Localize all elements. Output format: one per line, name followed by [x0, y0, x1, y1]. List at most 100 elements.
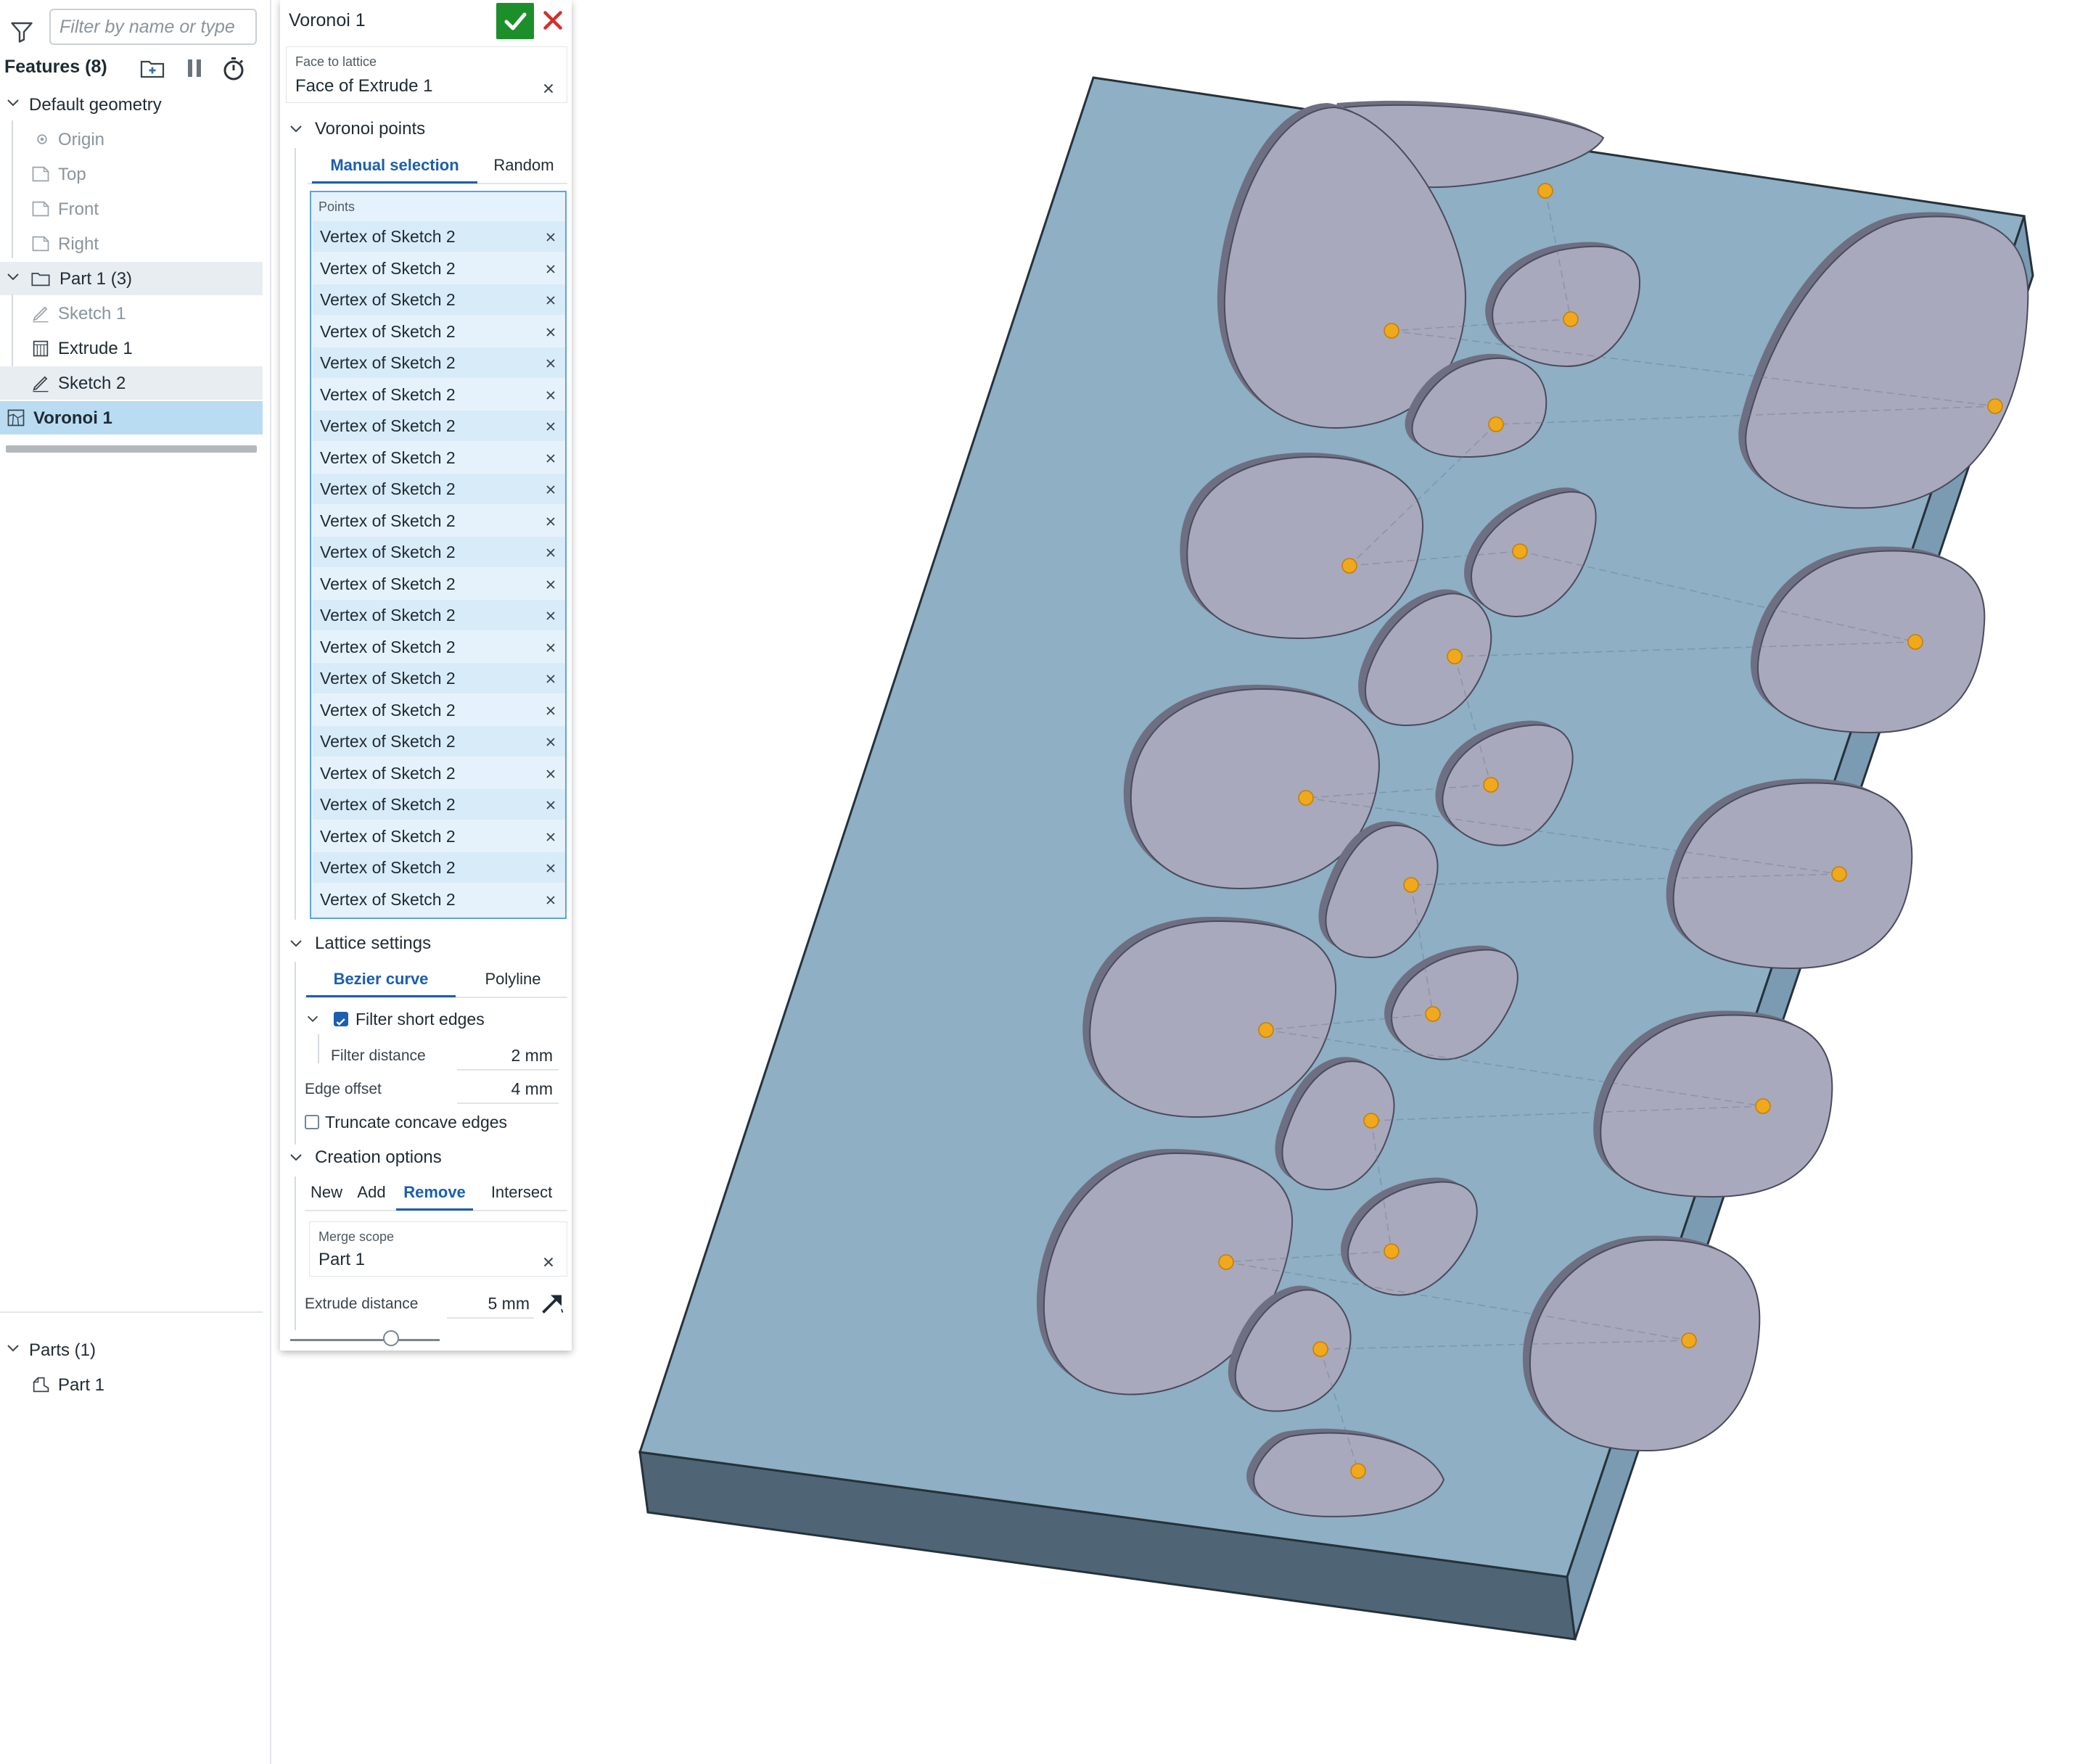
remove-point-icon[interactable]: [543, 325, 558, 339]
chevron-down-icon[interactable]: [4, 1340, 22, 1357]
point-list-item[interactable]: Vertex of Sketch 2: [313, 569, 565, 599]
sketch-vertex-point[interactable]: [1341, 558, 1357, 574]
truncate-concave-edges-checkbox[interactable]: [305, 1115, 319, 1129]
sketch-vertex-point[interactable]: [1312, 1341, 1328, 1357]
tree-item-voronoi1[interactable]: Voronoi 1: [0, 401, 263, 434]
preview-slider-track[interactable]: [290, 1339, 440, 1341]
point-list-item[interactable]: Vertex of Sketch 2: [313, 821, 565, 852]
tree-item-part1-folder[interactable]: Part 1 (3): [0, 262, 263, 295]
sketch-vertex-point[interactable]: [1488, 416, 1504, 432]
tree-item-right-plane[interactable]: Right: [0, 227, 263, 260]
point-list-item[interactable]: Vertex of Sketch 2: [313, 663, 565, 693]
point-list-item[interactable]: Vertex of Sketch 2: [313, 726, 565, 757]
point-list-item[interactable]: Vertex of Sketch 2: [313, 852, 565, 883]
remove-point-icon[interactable]: [543, 798, 558, 812]
filter-distance-value[interactable]: 2 mm: [457, 1046, 554, 1066]
remove-point-icon[interactable]: [543, 861, 558, 875]
tab-remove[interactable]: Remove: [396, 1176, 473, 1211]
tab-bezier-curve[interactable]: Bezier curve: [306, 963, 456, 997]
remove-point-icon[interactable]: [543, 482, 558, 497]
face-to-lattice-field[interactable]: Face to lattice Face of Extrude 1: [286, 46, 567, 103]
stopwatch-icon[interactable]: [221, 55, 247, 81]
close-icon[interactable]: [540, 7, 566, 33]
sketch-vertex-point[interactable]: [1350, 1463, 1366, 1479]
sketch-vertex-point[interactable]: [1363, 1113, 1379, 1129]
sketch-vertex-point[interactable]: [1447, 648, 1463, 664]
preview-slider-handle[interactable]: [383, 1330, 399, 1346]
remove-point-icon[interactable]: [543, 735, 558, 749]
tree-item-top-plane[interactable]: Top: [0, 157, 263, 191]
tab-manual-selection[interactable]: Manual selection: [312, 149, 477, 184]
sketch-vertex-point[interactable]: [1298, 790, 1314, 806]
points-selection-list[interactable]: Points Vertex of Sketch 2 Vertex of Sketc…: [310, 191, 567, 919]
point-list-item[interactable]: Vertex of Sketch 2: [313, 221, 565, 252]
point-list-item[interactable]: Vertex of Sketch 2: [313, 632, 565, 662]
remove-point-icon[interactable]: [543, 356, 558, 371]
tree-item-front-plane[interactable]: Front: [0, 192, 263, 226]
chevron-down-icon[interactable]: [287, 1149, 305, 1166]
remove-point-icon[interactable]: [543, 514, 558, 529]
point-list-item[interactable]: Vertex of Sketch 2: [313, 411, 565, 441]
chevron-down-icon[interactable]: [287, 935, 305, 952]
chevron-down-icon[interactable]: [4, 94, 22, 112]
sketch-vertex-point[interactable]: [1384, 323, 1399, 339]
sketch-vertex-point[interactable]: [1831, 866, 1847, 882]
remove-point-icon[interactable]: [543, 293, 558, 308]
feature-list-scrollbar[interactable]: [6, 445, 257, 453]
point-list-item[interactable]: Vertex of Sketch 2: [313, 506, 565, 536]
voronoi-points-section-header[interactable]: Voronoi points: [286, 115, 567, 144]
point-list-item[interactable]: Vertex of Sketch 2: [313, 347, 565, 378]
parts-item-part1[interactable]: Part 1: [0, 1368, 263, 1401]
remove-point-icon[interactable]: [543, 609, 558, 623]
sketch-vertex-point[interactable]: [1258, 1022, 1274, 1038]
sketch-vertex-point[interactable]: [1425, 1006, 1441, 1022]
remove-point-icon[interactable]: [543, 230, 558, 244]
rollback-pause-icon[interactable]: [181, 55, 207, 81]
merge-scope-field[interactable]: Merge scope Part 1: [309, 1221, 567, 1277]
tree-item-extrude1[interactable]: Extrude 1: [0, 331, 263, 365]
creation-options-section-header[interactable]: Creation options: [286, 1143, 567, 1172]
point-list-item[interactable]: Vertex of Sketch 2: [313, 537, 565, 567]
filter-input[interactable]: [49, 9, 257, 45]
accept-button[interactable]: [496, 3, 534, 39]
tab-polyline[interactable]: Polyline: [460, 963, 566, 995]
tab-new[interactable]: New: [305, 1176, 348, 1208]
direction-arrow-icon[interactable]: [540, 1290, 566, 1316]
sketch-vertex-point[interactable]: [1384, 1243, 1399, 1259]
point-list-item[interactable]: Vertex of Sketch 2: [313, 379, 565, 410]
tree-item-origin[interactable]: Origin: [0, 123, 263, 156]
parts-list-header[interactable]: Parts (1): [0, 1333, 263, 1367]
point-list-item[interactable]: Vertex of Sketch 2: [313, 600, 565, 630]
sketch-vertex-point[interactable]: [1907, 634, 1923, 650]
tree-item-sketch1[interactable]: Sketch 1: [0, 297, 263, 330]
add-folder-icon[interactable]: [139, 55, 165, 81]
clear-selection-icon[interactable]: [541, 1254, 556, 1270]
sketch-vertex-point[interactable]: [1512, 543, 1528, 559]
remove-point-icon[interactable]: [543, 640, 558, 655]
chevron-down-icon[interactable]: [305, 1011, 321, 1027]
tree-item-default-geometry[interactable]: Default geometry: [0, 88, 263, 121]
remove-point-icon[interactable]: [543, 767, 558, 781]
remove-point-icon[interactable]: [543, 577, 558, 592]
filter-icon[interactable]: [9, 19, 35, 45]
point-list-item[interactable]: Vertex of Sketch 2: [313, 442, 565, 473]
remove-point-icon[interactable]: [543, 262, 558, 276]
point-list-item[interactable]: Vertex of Sketch 2: [313, 284, 565, 315]
sketch-vertex-point[interactable]: [1681, 1332, 1697, 1348]
extrude-distance-value[interactable]: 5 mm: [450, 1294, 530, 1314]
point-list-item[interactable]: Vertex of Sketch 2: [313, 695, 565, 725]
remove-point-icon[interactable]: [543, 893, 558, 907]
tab-add[interactable]: Add: [350, 1176, 393, 1208]
sketch-vertex-point[interactable]: [1218, 1254, 1234, 1270]
tab-intersect[interactable]: Intersect: [476, 1176, 567, 1208]
remove-point-icon[interactable]: [543, 419, 558, 434]
edge-offset-value[interactable]: 4 mm: [457, 1079, 554, 1099]
tab-random[interactable]: Random: [482, 149, 566, 181]
filter-short-edges-checkbox[interactable]: [334, 1012, 348, 1026]
tree-item-sketch2[interactable]: Sketch 2: [0, 366, 263, 400]
3d-viewport[interactable]: [573, 0, 2088, 1764]
sketch-vertex-point[interactable]: [1403, 877, 1419, 893]
sketch-vertex-point[interactable]: [1563, 311, 1579, 327]
remove-point-icon[interactable]: [543, 545, 558, 560]
point-list-item[interactable]: Vertex of Sketch 2: [313, 253, 565, 284]
